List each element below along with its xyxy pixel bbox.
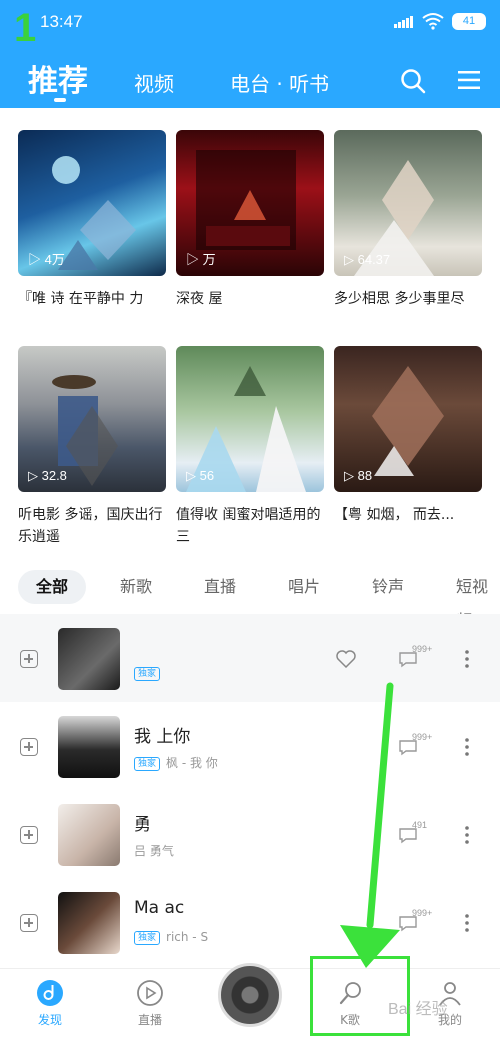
- song-meta: 独家 rich - S: [134, 930, 208, 945]
- song-cover: [58, 804, 120, 866]
- song-row[interactable]: 我 上你 独家枫 - 我 你 999+: [0, 702, 500, 790]
- song-artist: 枫 - 我 你: [166, 756, 218, 770]
- playlist-title: 多少相思 多少事里尽: [334, 291, 465, 307]
- exclusive-badge: 独家: [134, 931, 161, 945]
- playlist-card[interactable]: ▷ 32.8 听电影 多谣，国庆出行乐逍遥: [18, 346, 166, 548]
- playlist-cover: ▷ 4万: [18, 130, 166, 276]
- playlist-cover: ▷ 64.37: [334, 130, 482, 276]
- nav-discover[interactable]: 发现: [20, 979, 80, 1028]
- category-live[interactable]: 直播: [204, 570, 236, 604]
- song-title: Ma ac: [134, 898, 185, 918]
- playlist-card[interactable]: ▷ 万 深夜 屋: [176, 130, 324, 332]
- heart-icon[interactable]: [336, 650, 356, 668]
- add-to-playlist-icon[interactable]: [20, 738, 38, 756]
- playlist-title: 值得收 闺蜜对唱适用的三: [176, 507, 321, 545]
- song-row[interactable]: 独家 999+: [0, 614, 500, 702]
- more-options-icon[interactable]: [465, 914, 469, 932]
- play-count: ▷ 56: [186, 468, 215, 483]
- category-album[interactable]: 唱片: [288, 570, 320, 604]
- playlist-cover: ▷ 56: [176, 346, 324, 492]
- playlist-cover: ▷ 88: [334, 346, 482, 492]
- song-meta: 吕 勇气: [134, 842, 174, 859]
- search-icon[interactable]: [400, 68, 426, 94]
- discover-icon: [37, 980, 63, 1006]
- playlist-cover: ▷ 32.8: [18, 346, 166, 492]
- playlist-cover: ▷ 万: [176, 130, 324, 276]
- add-to-playlist-icon[interactable]: [20, 914, 38, 932]
- playlist-card[interactable]: ▷ 64.37 多少相思 多少事里尽: [334, 130, 482, 332]
- playlist-title: 『唯 诗 在平静中 力: [18, 291, 144, 307]
- signal-icon: [394, 16, 413, 28]
- comment-count: 491: [412, 820, 428, 830]
- song-artist: 吕 勇气: [134, 844, 174, 858]
- top-tabs: 推荐 视频 电台 · 听书: [0, 52, 500, 104]
- exclusive-badge: 独家: [134, 757, 161, 771]
- playlist-card[interactable]: ▷ 4万 『唯 诗 在平静中 力: [18, 130, 166, 332]
- play-count: ▷ 64.37: [344, 252, 391, 267]
- more-options-icon[interactable]: [465, 826, 469, 844]
- more-options-icon[interactable]: [465, 738, 469, 756]
- app-header: 1 13:47 41 推荐 视频 电台 · 听书: [0, 0, 500, 108]
- comment-count: 999+: [412, 908, 433, 918]
- song-title: 我 上你: [134, 727, 191, 747]
- tab-recommend-label: 推荐: [28, 64, 88, 99]
- watermark: Bai 经验: [388, 1001, 448, 1018]
- song-row[interactable]: 勇 吕 勇气 491: [0, 790, 500, 878]
- category-short-video[interactable]: 短视频: [456, 570, 500, 630]
- category-all[interactable]: 全部: [18, 570, 87, 604]
- song-cover: [58, 892, 120, 954]
- song-title: 勇: [134, 815, 151, 835]
- tab-video[interactable]: 视频: [134, 68, 174, 97]
- status-time: 13:47: [40, 12, 83, 31]
- comment-count: 999+: [412, 732, 433, 742]
- active-tab-indicator: [54, 98, 66, 102]
- nav-discover-label: 发现: [37, 1013, 62, 1027]
- menu-icon[interactable]: [458, 70, 480, 90]
- play-count: ▷ 万: [186, 252, 216, 267]
- play-count: ▷ 4万: [28, 252, 65, 267]
- song-artist: rich - S: [166, 930, 209, 944]
- playlist-title: 【粤 如烟， 而去...: [334, 507, 455, 523]
- song-meta: 独家枫 - 我 你: [134, 754, 218, 771]
- playlist-card[interactable]: ▷ 88 【粤 如烟， 而去...: [334, 346, 482, 548]
- song-cover: [58, 716, 120, 778]
- now-playing-disc[interactable]: [218, 963, 282, 1027]
- song-meta: 独家: [134, 666, 166, 681]
- category-tabs: 全部 新歌 直播 唱片 铃声 短视频: [18, 570, 500, 630]
- comment-count: 999+: [412, 644, 433, 654]
- play-count: ▷ 32.8: [28, 468, 67, 483]
- wifi-icon: [422, 13, 444, 30]
- add-to-playlist-icon[interactable]: [20, 826, 38, 844]
- add-to-playlist-icon[interactable]: [20, 650, 38, 668]
- step-number: 1: [14, 6, 37, 50]
- nav-live[interactable]: 直播: [120, 979, 180, 1028]
- live-play-icon: [137, 980, 163, 1006]
- more-options-icon[interactable]: [465, 650, 469, 668]
- playlist-title: 听电影 多谣，国庆出行乐逍遥: [18, 507, 163, 545]
- playlist-card[interactable]: ▷ 56 值得收 闺蜜对唱适用的三: [176, 346, 324, 548]
- playlist-title: 深夜 屋: [176, 291, 223, 307]
- battery-icon: 41: [452, 13, 486, 30]
- tab-recommend[interactable]: 推荐: [28, 56, 88, 102]
- status-bar: 1 13:47 41: [0, 0, 500, 48]
- play-count: ▷ 88: [344, 468, 373, 483]
- song-row[interactable]: Ma ac 独家 rich - S 999+: [0, 878, 500, 966]
- category-ringtone[interactable]: 铃声: [372, 570, 404, 604]
- exclusive-badge: 独家: [134, 667, 161, 681]
- category-new-songs[interactable]: 新歌: [120, 570, 152, 604]
- nav-live-label: 直播: [137, 1013, 162, 1027]
- song-cover: [58, 628, 120, 690]
- tab-radio-audiobook[interactable]: 电台 · 听书: [230, 68, 329, 97]
